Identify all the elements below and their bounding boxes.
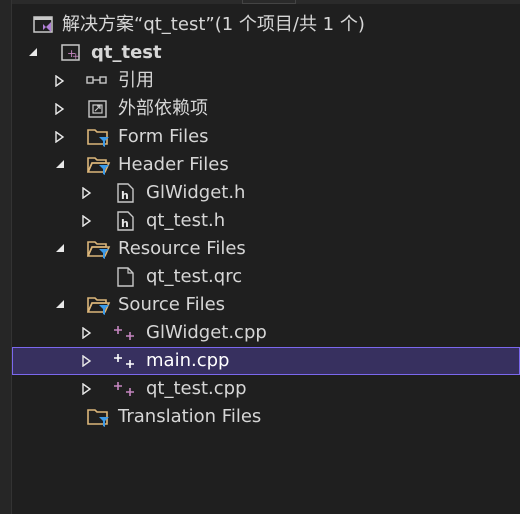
solution-label: 解决方案“qt_test”(1 个项目/共 1 个) — [62, 14, 365, 35]
header-file-icon: h — [116, 183, 138, 203]
file-qt-test-h[interactable]: h qt_test.h — [12, 207, 520, 235]
source-files-node[interactable]: Source Files — [12, 291, 520, 319]
file-label: qt_test.h — [146, 210, 226, 231]
collapsed-arrow-icon[interactable] — [55, 123, 69, 151]
file-icon — [116, 267, 138, 287]
file-label: qt_test.qrc — [146, 266, 243, 287]
form-files-label: Form Files — [118, 126, 209, 147]
top-toolbar-edge — [12, 0, 520, 4]
project-label: qt_test — [91, 42, 162, 63]
file-qt-test-cpp[interactable]: qt_test.cpp — [12, 375, 520, 403]
header-file-icon: h — [116, 211, 138, 231]
references-icon — [86, 71, 108, 91]
filter-folder-icon — [87, 127, 109, 147]
project-node[interactable]: + + qt_test — [12, 39, 520, 67]
file-label: GlWidget.h — [146, 182, 246, 203]
project-icon: + + — [61, 43, 83, 63]
cpp-file-icon — [114, 351, 136, 371]
references-label: 引用 — [118, 70, 154, 91]
cpp-file-icon — [114, 323, 136, 343]
resource-files-label: Resource Files — [118, 238, 246, 259]
header-files-node[interactable]: Header Files — [12, 151, 520, 179]
filter-folder-icon — [87, 407, 109, 427]
solution-icon — [33, 15, 55, 35]
external-deps-label: 外部依赖项 — [118, 98, 208, 119]
svg-text:h: h — [121, 217, 129, 230]
file-label: qt_test.cpp — [146, 378, 247, 399]
file-label: GlWidget.cpp — [146, 322, 267, 343]
external-deps-node[interactable]: 外部依赖项 — [12, 95, 520, 123]
solution-node[interactable]: 解决方案“qt_test”(1 个项目/共 1 个) — [12, 11, 520, 39]
collapsed-arrow-icon[interactable] — [82, 207, 96, 235]
file-glwidget-h[interactable]: h GlWidget.h — [12, 179, 520, 207]
filter-folder-open-icon — [86, 155, 111, 175]
source-files-label: Source Files — [118, 294, 226, 315]
left-edge — [0, 0, 12, 514]
solution-explorer-tree: 解决方案“qt_test”(1 个项目/共 1 个) + + qt_test 引… — [12, 11, 520, 431]
svg-text:h: h — [121, 189, 129, 202]
collapsed-arrow-icon[interactable] — [82, 179, 96, 207]
collapsed-arrow-icon[interactable] — [82, 319, 96, 347]
collapsed-arrow-icon[interactable] — [82, 375, 96, 403]
file-glwidget-cpp[interactable]: GlWidget.cpp — [12, 319, 520, 347]
external-deps-icon — [88, 99, 110, 119]
collapsed-arrow-icon[interactable] — [82, 347, 96, 375]
collapsed-arrow-icon[interactable] — [55, 67, 69, 95]
header-files-label: Header Files — [118, 154, 229, 175]
translation-files-label: Translation Files — [118, 406, 262, 427]
expanded-arrow-icon[interactable] — [55, 291, 69, 319]
translation-files-node[interactable]: Translation Files — [12, 403, 520, 431]
filter-folder-open-icon — [86, 239, 111, 259]
expanded-arrow-icon[interactable] — [28, 39, 42, 67]
filter-folder-open-icon — [86, 295, 111, 315]
resource-files-node[interactable]: Resource Files — [12, 235, 520, 263]
references-node[interactable]: 引用 — [12, 67, 520, 95]
file-qt-test-qrc[interactable]: qt_test.qrc — [12, 263, 520, 291]
cpp-file-icon — [114, 379, 136, 399]
form-files-node[interactable]: Form Files — [12, 123, 520, 151]
collapsed-arrow-icon[interactable] — [55, 95, 69, 123]
svg-text:+: + — [72, 52, 80, 62]
file-main-cpp-selected[interactable]: main.cpp — [12, 347, 520, 375]
file-label: main.cpp — [146, 350, 230, 371]
expanded-arrow-icon[interactable] — [55, 235, 69, 263]
expanded-arrow-icon[interactable] — [55, 151, 69, 179]
